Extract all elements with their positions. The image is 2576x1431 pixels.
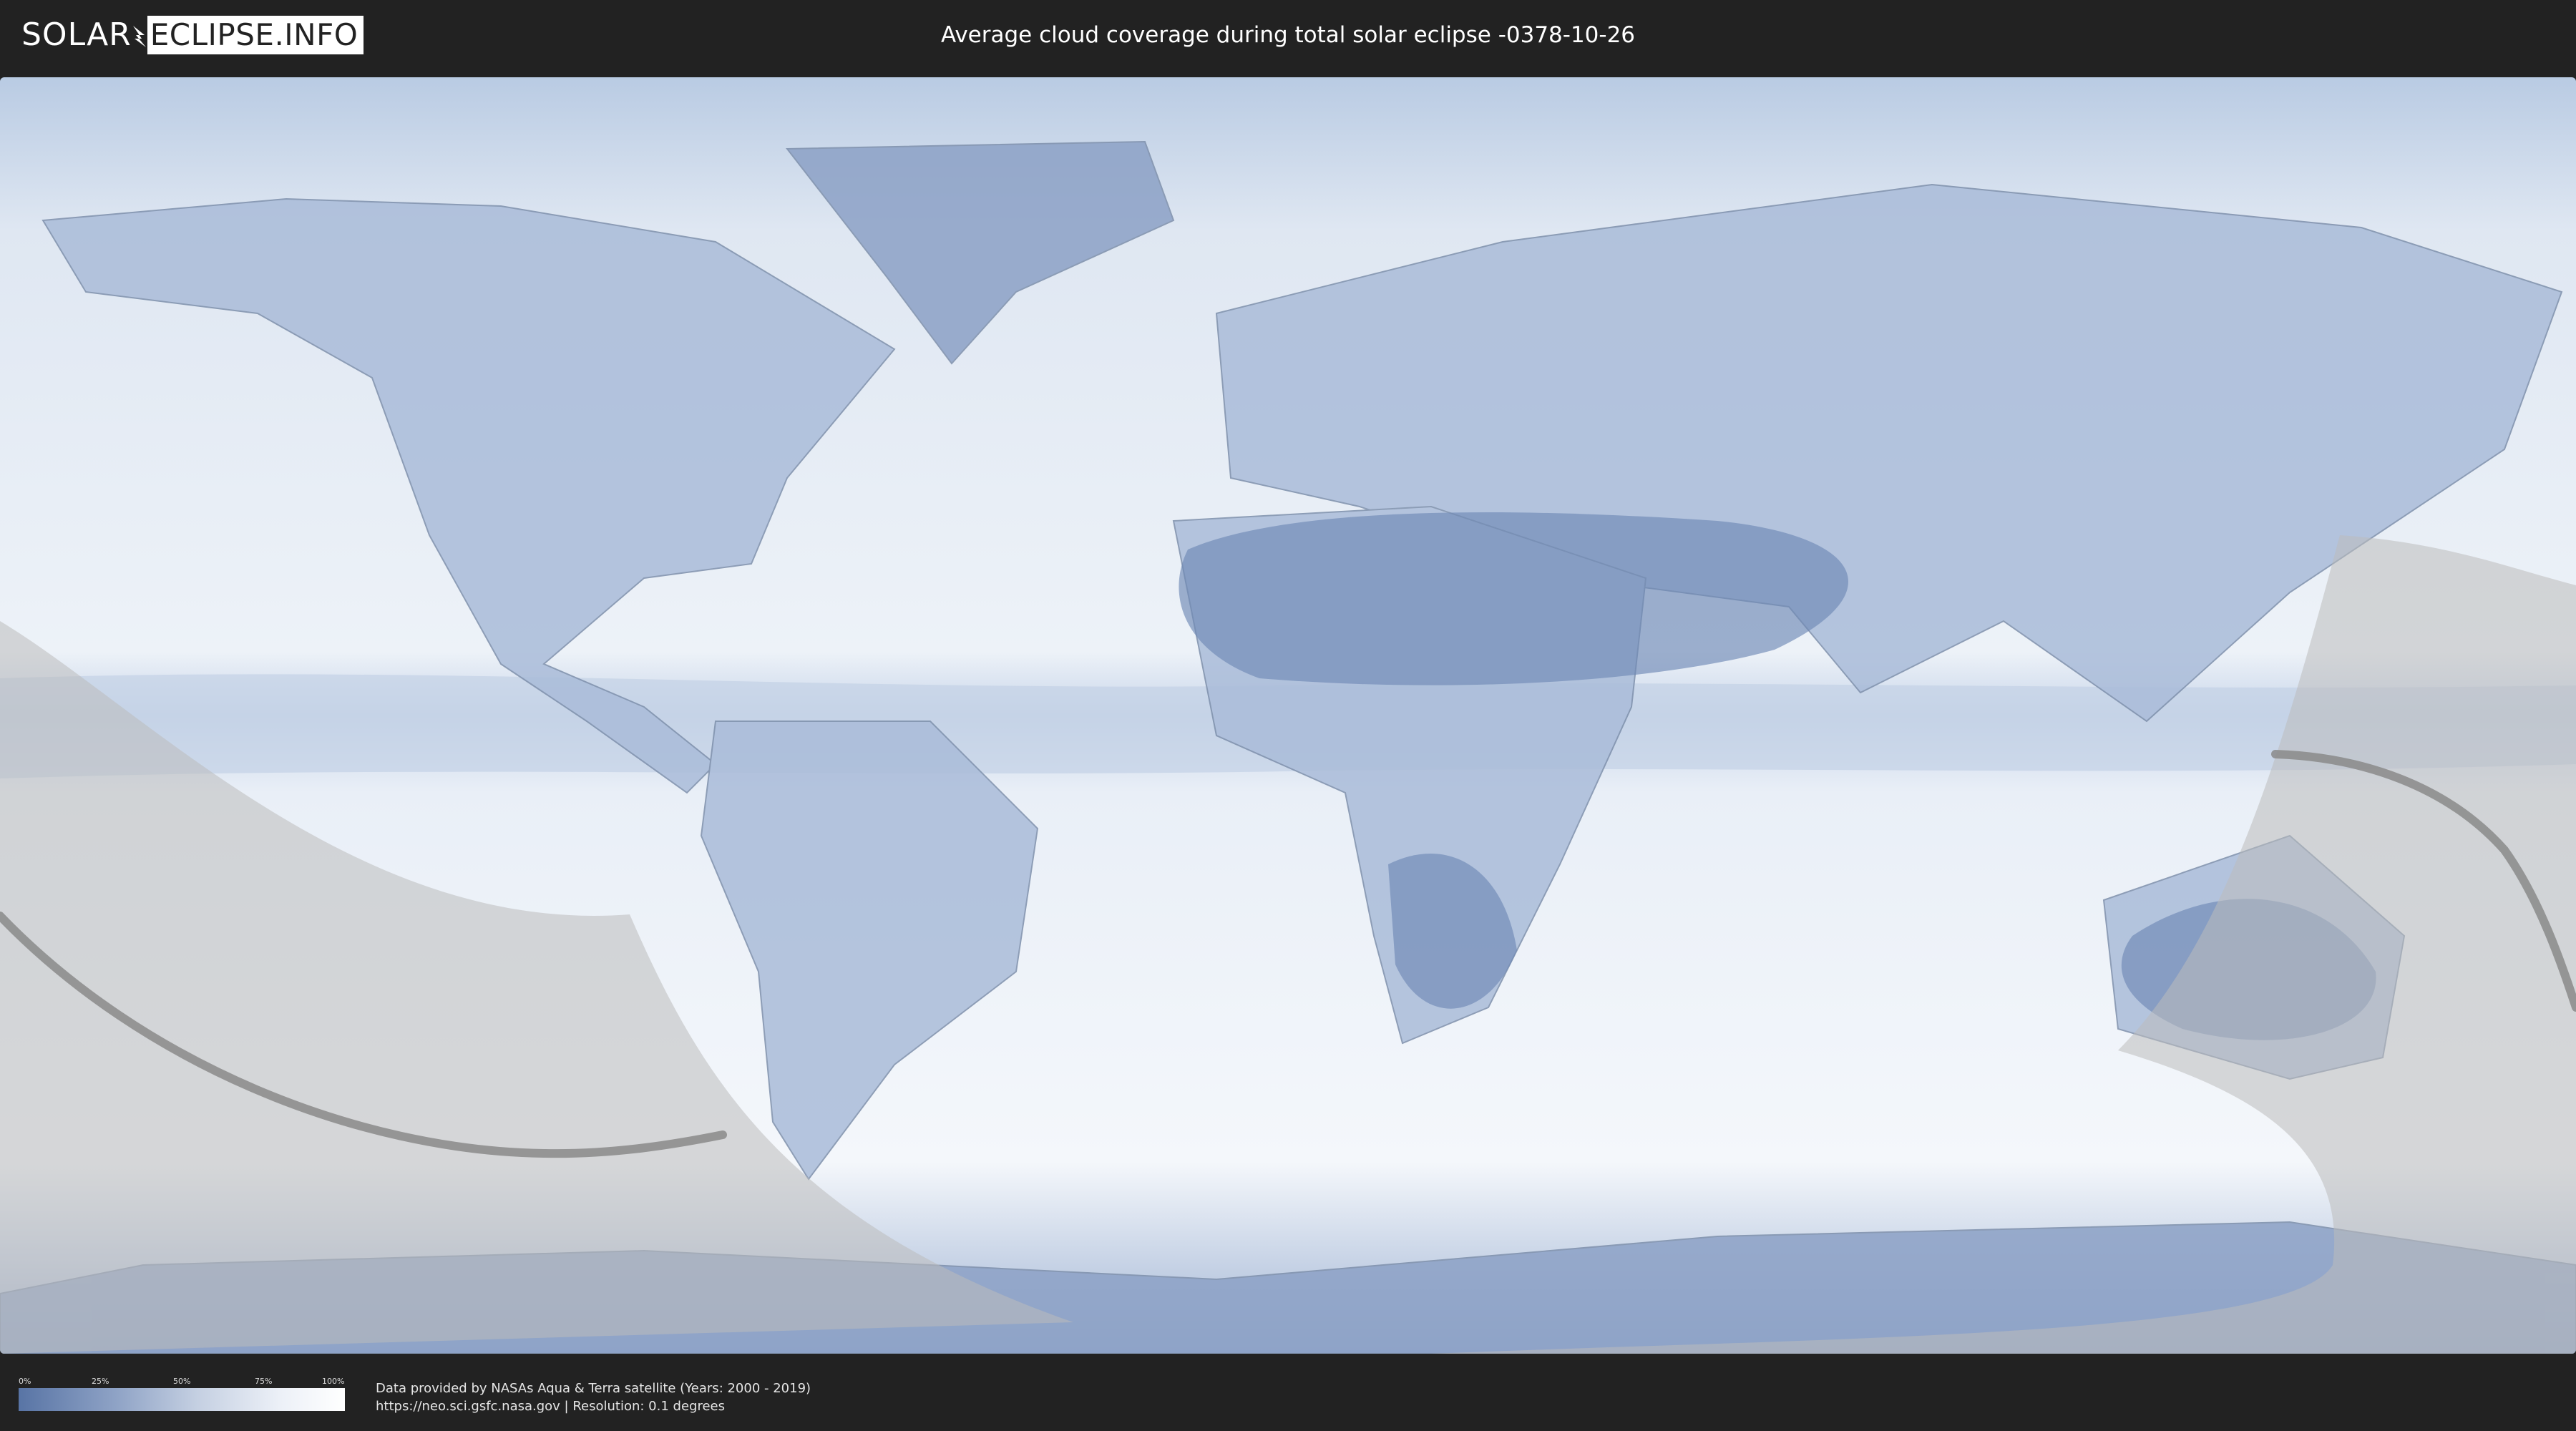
world-map-svg <box>0 77 2576 1354</box>
legend-tick-25: 25% <box>92 1377 109 1386</box>
page-title: Average cloud coverage during total sola… <box>940 22 1636 48</box>
cloud-coverage-map[interactable] <box>0 77 2576 1354</box>
credits-url: https://neo.sci.gsfc.nasa.gov | Resoluti… <box>376 1399 725 1414</box>
legend-tick-100: 100% <box>322 1377 345 1386</box>
legend-color-bar <box>19 1388 345 1411</box>
legend-tick-0: 0% <box>19 1377 31 1386</box>
credits-source: Data provided by NASAs Aqua & Terra sate… <box>376 1381 811 1396</box>
cloud-coverage-legend: 0% 25% 50% 75% 100% <box>19 1377 345 1414</box>
legend-tick-75: 75% <box>255 1377 273 1386</box>
legend-tick-labels: 0% 25% 50% 75% 100% <box>19 1377 345 1387</box>
legend-tick-50: 50% <box>173 1377 191 1386</box>
header-bar: SOLAR ECLIPSE.INFO Average cloud coverag… <box>0 0 2576 70</box>
data-credits: Data provided by NASAs Aqua & Terra sate… <box>376 1379 811 1415</box>
